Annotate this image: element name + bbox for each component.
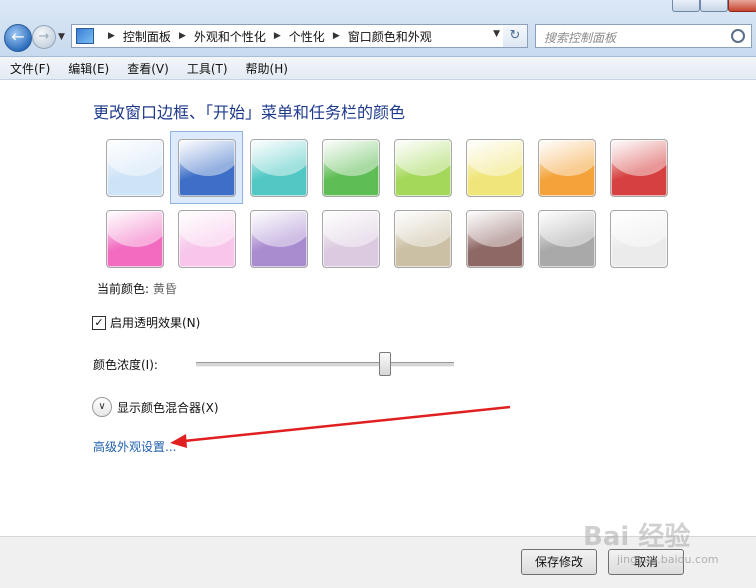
watermark-url: jingyan.baidu.com — [617, 553, 719, 566]
watermark-logo: Bai 经验 — [583, 522, 691, 552]
annotation-arrow-icon — [170, 405, 511, 448]
